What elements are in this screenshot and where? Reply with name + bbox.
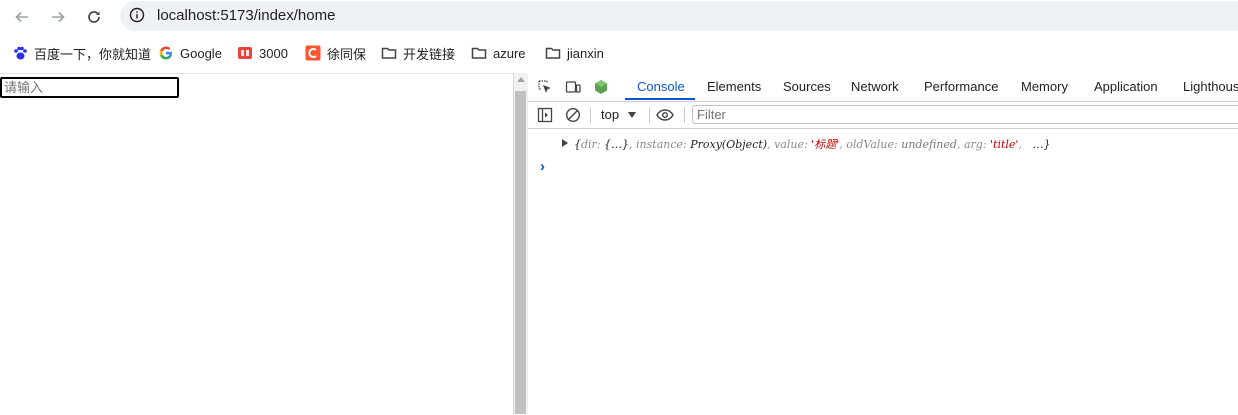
chevron-down-icon xyxy=(628,111,637,118)
bookmark-xutongbao[interactable]: 徐同保 xyxy=(305,44,366,62)
address-url: localhost:5173/index/home xyxy=(157,7,336,24)
live-expression-button[interactable] xyxy=(656,106,674,124)
toolbar-divider xyxy=(590,107,591,123)
scroll-up-arrow-icon[interactable] xyxy=(517,77,525,82)
address-bar[interactable]: localhost:5173/index/home xyxy=(120,1,1238,31)
vue-devtools-button[interactable] xyxy=(592,78,610,96)
tab-sources[interactable]: Sources xyxy=(783,79,831,94)
bookmark-folder-jianxin[interactable]: jianxin xyxy=(545,44,604,62)
expand-triangle-icon[interactable] xyxy=(562,139,568,147)
tab-network[interactable]: Network xyxy=(851,79,899,94)
bookmark-label: 徐同保 xyxy=(327,46,367,62)
reload-icon xyxy=(88,11,100,23)
tab-lighthouse[interactable]: Lighthous xyxy=(1183,79,1238,94)
tab-application[interactable]: Application xyxy=(1094,79,1158,94)
log-value: {…} xyxy=(604,138,630,151)
hexagon-icon xyxy=(595,80,607,94)
log-string-value: '标题' xyxy=(811,138,840,151)
log-value: Proxy(Object) xyxy=(690,138,768,151)
log-value: undefined xyxy=(901,138,957,151)
log-key: dir xyxy=(581,138,597,151)
show-sidebar-button[interactable] xyxy=(536,106,554,124)
browser-toolbar: localhost:5173/index/home xyxy=(0,0,1238,34)
bookmark-label: 开发链接 xyxy=(403,46,456,62)
eye-icon xyxy=(656,109,674,121)
folder-icon xyxy=(471,45,487,61)
scrollbar-thumb[interactable] xyxy=(515,91,526,414)
log-key: value xyxy=(774,138,804,151)
tab-memory[interactable]: Memory xyxy=(1021,79,1068,94)
context-label: top xyxy=(601,107,620,122)
clear-circle-icon xyxy=(565,107,581,123)
bookmark-3000[interactable]: 3000 xyxy=(237,44,288,62)
bookmark-google[interactable]: Google xyxy=(158,44,222,62)
context-selector[interactable]: top xyxy=(601,107,637,122)
inspect-element-button[interactable] xyxy=(536,78,554,96)
tab-performance[interactable]: Performance xyxy=(924,79,998,94)
device-toolbar-button[interactable] xyxy=(564,78,582,96)
log-ellipsis: …} xyxy=(1032,138,1051,151)
baidu-paw-icon xyxy=(12,45,28,61)
console-toolbar: top xyxy=(528,102,1238,129)
bookmark-label: jianxin xyxy=(567,45,604,61)
inspect-cursor-icon xyxy=(538,80,551,93)
forward-button[interactable] xyxy=(45,5,71,29)
bookmark-label: 百度一下，你就知道 xyxy=(34,46,152,62)
csdn-c-icon xyxy=(305,45,321,61)
bookmark-label: azure xyxy=(493,45,526,61)
folder-icon xyxy=(545,45,561,61)
toolbar-divider xyxy=(649,107,650,123)
page-text-input[interactable] xyxy=(0,77,179,98)
clear-console-button[interactable] xyxy=(564,106,582,124)
tab-console[interactable]: Console xyxy=(637,79,685,94)
tab-elements[interactable]: Elements xyxy=(707,79,761,94)
google-g-icon xyxy=(158,45,174,61)
reload-button[interactable] xyxy=(81,5,107,29)
back-button[interactable] xyxy=(9,5,35,29)
page-viewport xyxy=(0,73,513,415)
console-filter-input[interactable] xyxy=(692,105,1238,124)
bookmark-label: 3000 xyxy=(259,45,288,61)
bookmark-folder-azure[interactable]: azure xyxy=(471,44,526,62)
log-string-value: 'title' xyxy=(990,138,1019,151)
arrow-right-icon xyxy=(52,11,65,23)
bookmark-folder-dev-links[interactable]: 开发链接 xyxy=(381,44,455,62)
active-tab-indicator xyxy=(625,98,695,100)
log-key: oldValue xyxy=(846,138,895,151)
book-icon xyxy=(237,45,253,61)
page-scrollbar[interactable] xyxy=(513,73,528,414)
info-icon[interactable] xyxy=(129,7,145,23)
device-toggle-icon xyxy=(565,81,581,93)
sidebar-toggle-icon xyxy=(537,107,553,123)
bookmark-label: Google xyxy=(180,45,222,61)
devtools-tabbar: Console Elements Sources Network Perform… xyxy=(528,73,1238,102)
toolbar-divider xyxy=(684,107,685,123)
devtools-panel: Console Elements Sources Network Perform… xyxy=(528,73,1238,414)
arrow-left-icon xyxy=(15,11,28,23)
log-key: arg xyxy=(963,138,983,151)
log-key: instance xyxy=(636,138,684,151)
bookmark-baidu[interactable]: 百度一下，你就知道 xyxy=(12,44,151,62)
folder-icon xyxy=(381,45,397,61)
console-log-entry[interactable]: {dir: {…}, instance: Proxy(Object), valu… xyxy=(528,133,1238,153)
console-prompt-icon[interactable]: › xyxy=(540,158,545,175)
console-log-object: {dir: {…}, instance: Proxy(Object), valu… xyxy=(574,138,1051,151)
bookmarks-bar: 百度一下，你就知道 Google 3000 徐同保 开发链接 azure jia… xyxy=(0,34,1238,73)
